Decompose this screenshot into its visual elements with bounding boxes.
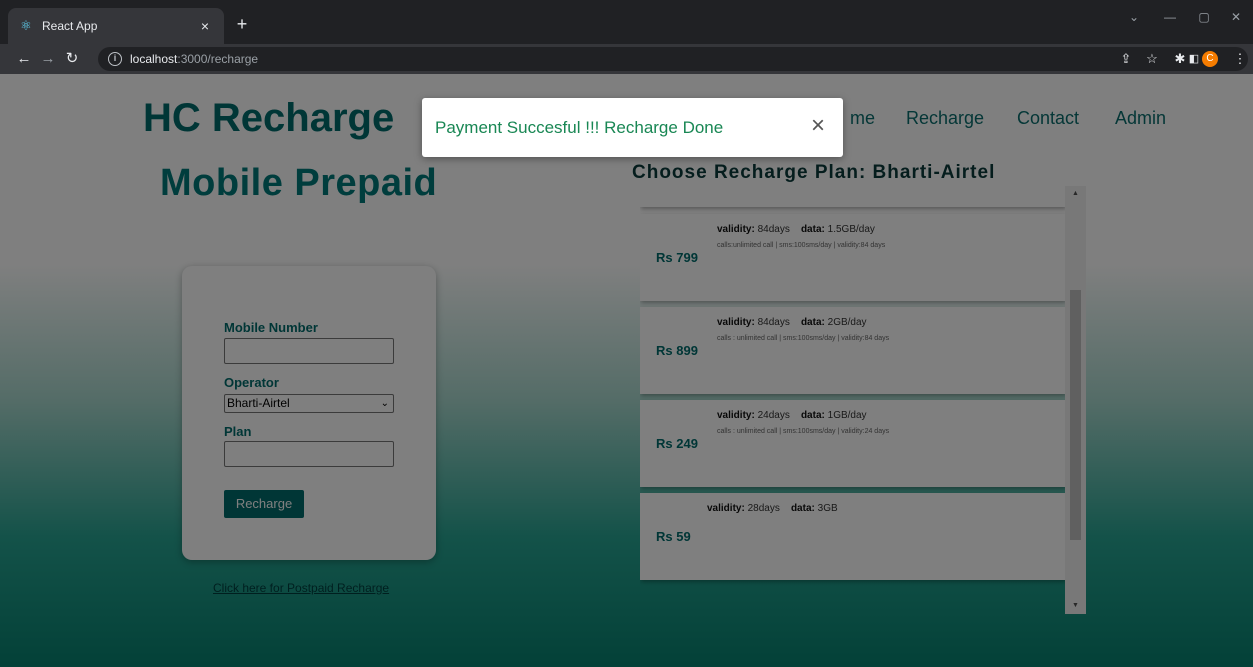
forward-icon[interactable]: → <box>38 49 58 69</box>
menu-icon[interactable]: ⋮ <box>1232 51 1248 67</box>
close-tab-icon[interactable]: × <box>196 18 214 34</box>
page-viewport: HC Recharge Mobile Prepaid me Recharge C… <box>0 74 1253 667</box>
reload-icon[interactable]: ↻ <box>62 49 82 69</box>
maximize-icon[interactable]: ▢ <box>1194 10 1214 24</box>
browser-toolbar: ← → ↻ i localhost:3000/recharge ⇪ ☆ ✱ ◧ … <box>0 44 1253 74</box>
close-window-icon[interactable]: ✕ <box>1226 10 1246 24</box>
browser-titlebar: ⚛ React App × + ⌄ — ▢ ✕ <box>0 0 1253 44</box>
address-bar[interactable]: i localhost:3000/recharge <box>98 47 1248 71</box>
site-info-icon[interactable]: i <box>108 52 122 66</box>
minimize-icon[interactable]: — <box>1160 10 1180 24</box>
tab-title: React App <box>42 19 98 33</box>
back-icon[interactable]: ← <box>14 49 34 69</box>
share-icon[interactable]: ⇪ <box>1118 51 1134 67</box>
close-icon[interactable]: × <box>811 113 825 139</box>
bookmark-star-icon[interactable]: ☆ <box>1144 51 1160 67</box>
new-tab-button[interactable]: + <box>232 14 252 34</box>
browser-tab[interactable]: ⚛ React App × <box>8 8 224 44</box>
toast-message: Payment Succesful !!! Recharge Done <box>435 118 724 137</box>
payment-success-toast: Payment Succesful !!! Recharge Done × <box>422 98 843 157</box>
url-text: localhost:3000/recharge <box>130 52 259 66</box>
react-logo-icon: ⚛ <box>20 18 32 33</box>
tab-search-icon[interactable]: ⌄ <box>1124 10 1144 24</box>
profile-avatar[interactable]: C <box>1202 51 1218 67</box>
side-panel-icon[interactable]: ◧ <box>1186 51 1202 67</box>
modal-backdrop <box>0 74 1253 667</box>
